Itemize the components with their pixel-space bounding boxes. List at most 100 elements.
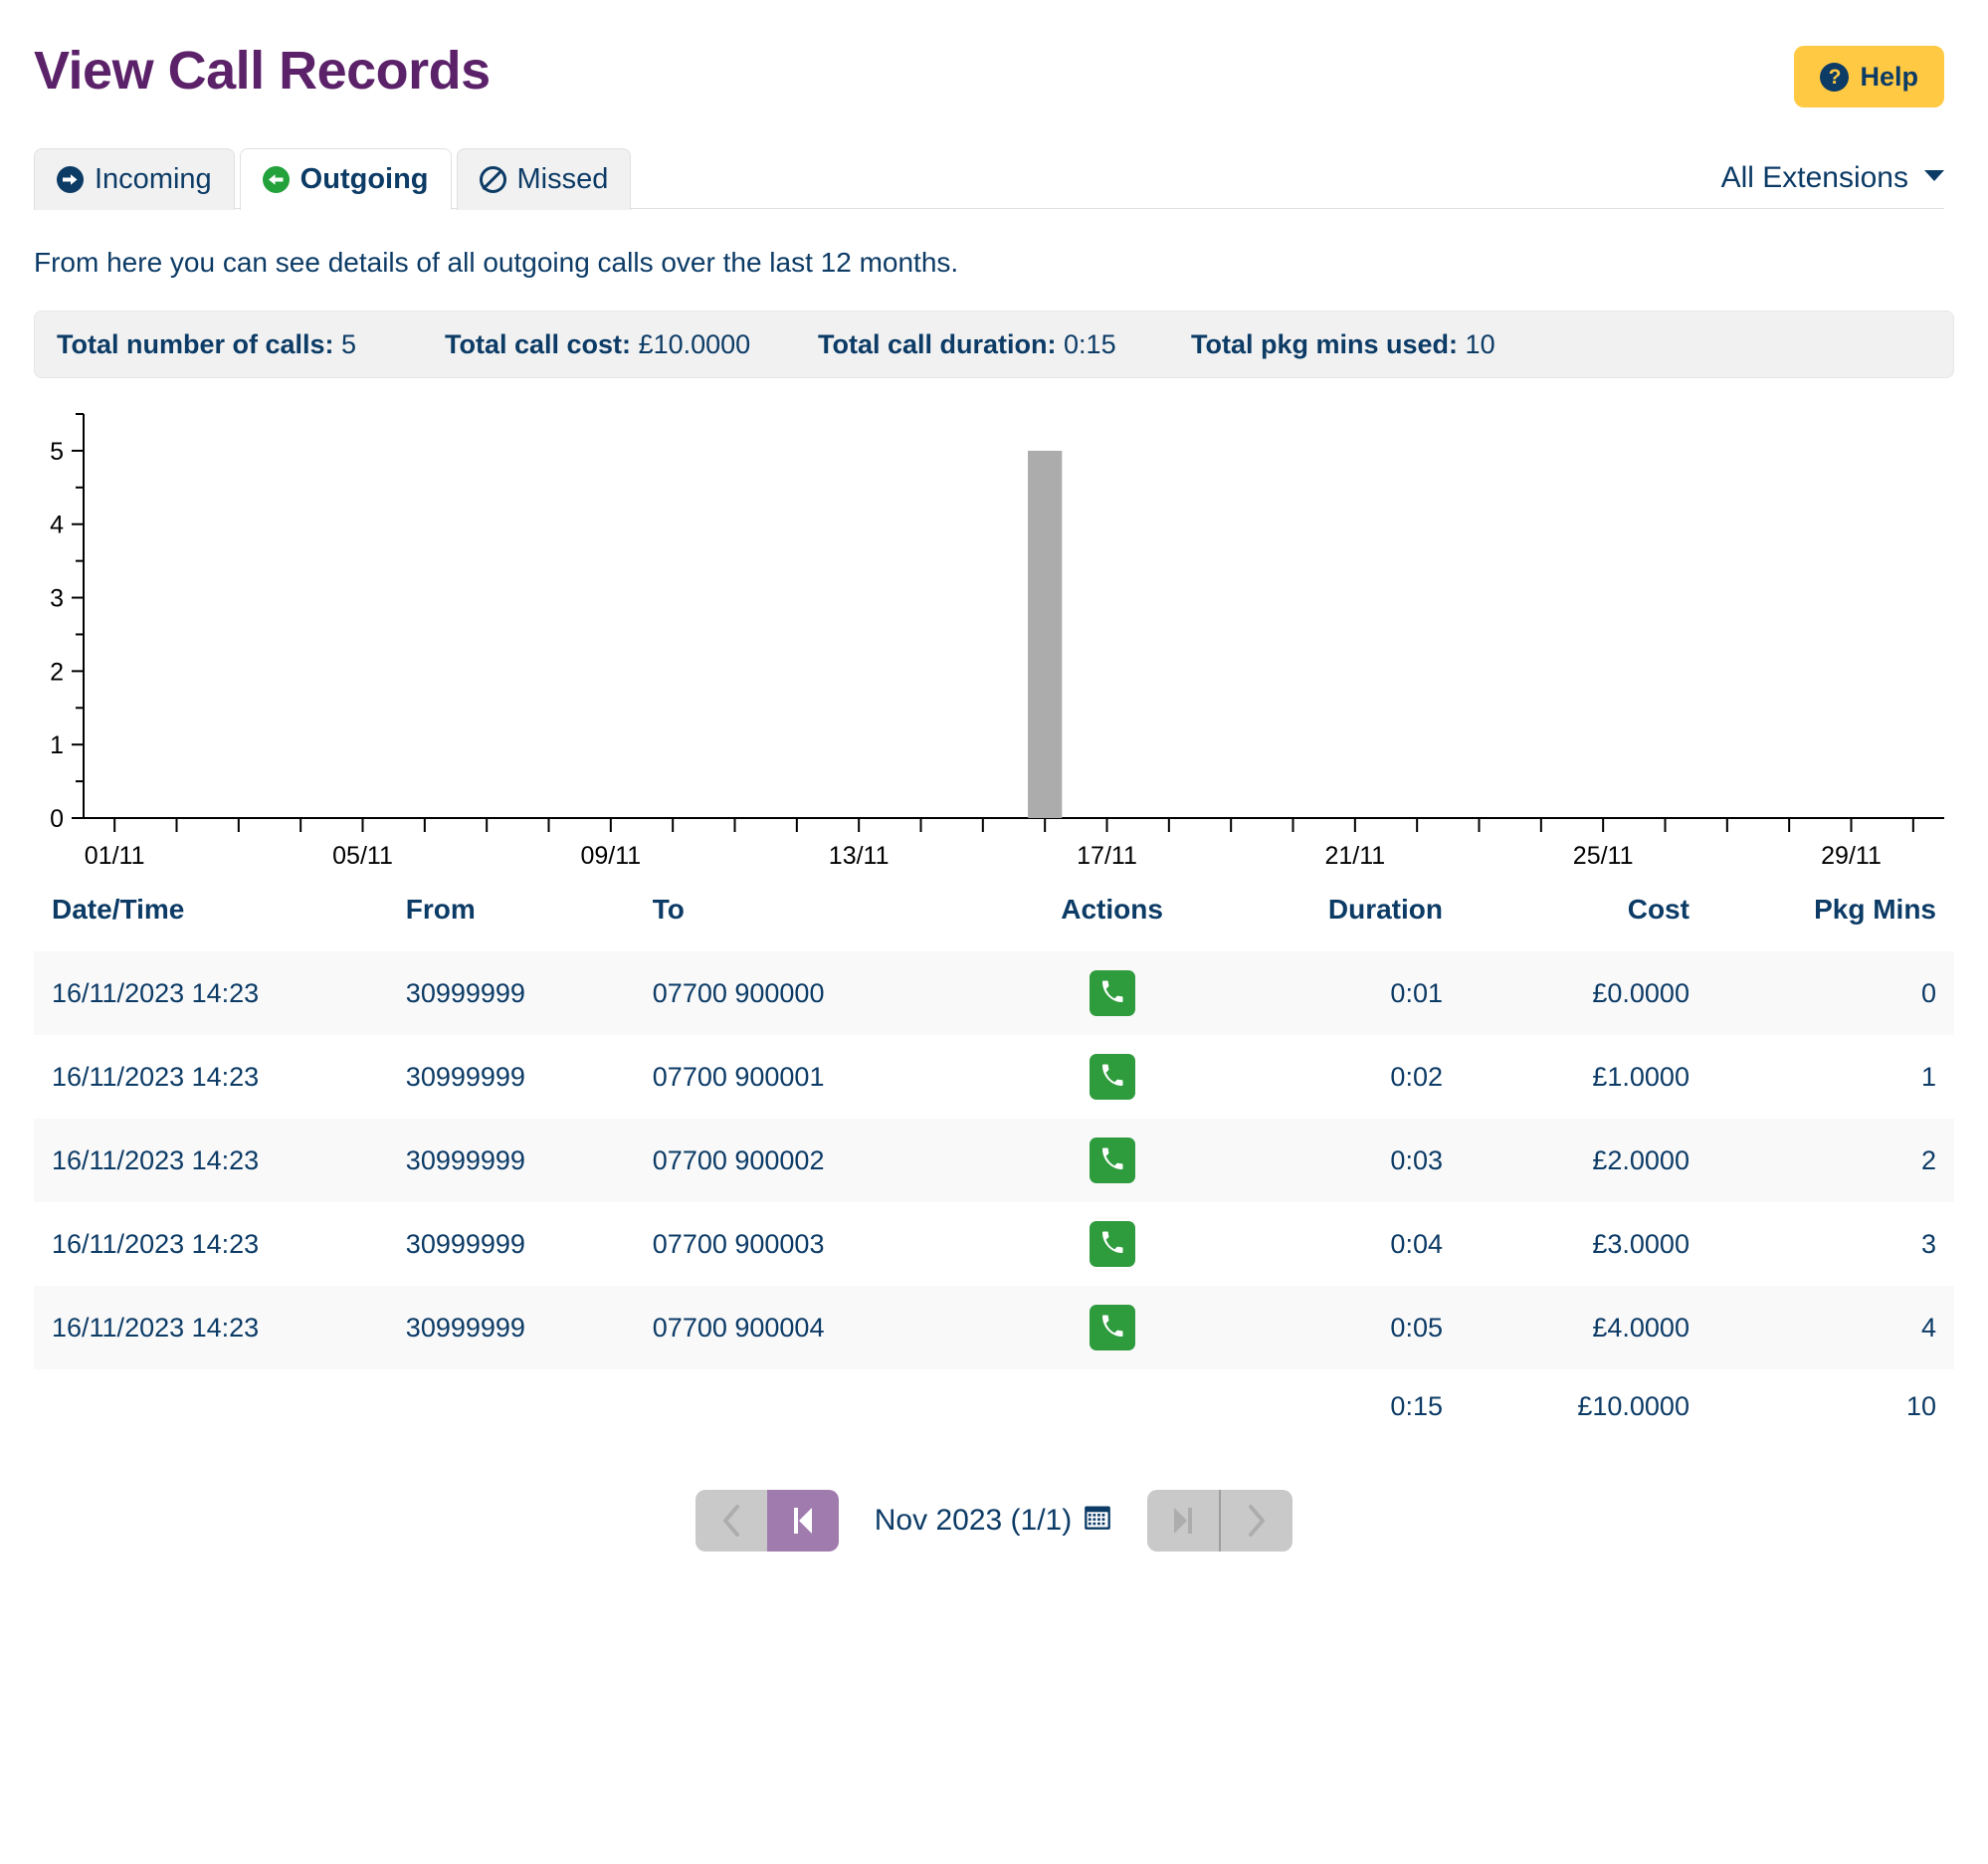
- pagination-period-text: Nov 2023 (1/1): [874, 1504, 1073, 1537]
- cell-actions: [989, 1119, 1236, 1202]
- cell-actions: [989, 1035, 1236, 1119]
- cell-to: 07700 900002: [652, 1144, 825, 1175]
- phone-icon: [1100, 1231, 1124, 1258]
- cell-cost: £0.0000: [1592, 977, 1690, 1008]
- chevron-left-icon: [721, 1505, 741, 1537]
- svg-text:13/11: 13/11: [829, 842, 890, 868]
- pagination-right-group: [1147, 1490, 1293, 1552]
- cell-to: 07700 900001: [652, 1061, 825, 1092]
- page-description: From here you can see details of all out…: [34, 247, 959, 278]
- call-back-button[interactable]: [1089, 1054, 1135, 1100]
- column-header-datetime: Date/Time: [52, 894, 185, 925]
- summary-total-calls: Total number of calls: 5: [57, 329, 445, 360]
- call-back-button[interactable]: [1089, 970, 1135, 1016]
- cell-from: 30999999: [405, 1312, 525, 1343]
- cell-duration: 0:05: [1390, 1312, 1443, 1343]
- summary-total-pkg-mins-label: Total pkg mins used:: [1191, 328, 1459, 359]
- tab-outgoing[interactable]: Outgoing: [239, 148, 452, 210]
- arrow-circle-left-icon: [262, 166, 290, 193]
- svg-text:25/11: 25/11: [1573, 842, 1634, 868]
- call-records-table-body: 16/11/2023 14:23 30999999 07700 900000 0:01…: [34, 951, 1954, 1444]
- column-header-pkg-mins: Pkg Mins: [1814, 894, 1936, 925]
- cell-duration: 0:03: [1390, 1144, 1443, 1175]
- page-header: View Call Records ? Help: [30, 0, 1958, 139]
- totals-cost: £10.0000: [1460, 1369, 1707, 1444]
- cell-pkg-mins: 0: [1920, 977, 1936, 1008]
- svg-text:1: 1: [50, 731, 64, 759]
- cell-cost: £3.0000: [1592, 1228, 1690, 1259]
- totals-spacer-1: [34, 1369, 388, 1444]
- cell-duration: 0:01: [1390, 977, 1443, 1008]
- column-header-duration: Duration: [1327, 894, 1443, 925]
- pagination-first-page-button[interactable]: [766, 1490, 839, 1552]
- cell-pkg-mins: 3: [1920, 1228, 1936, 1259]
- tab-outgoing-label: Outgoing: [299, 163, 429, 195]
- table-row: 16/11/2023 14:23 30999999 07700 900000 0:01…: [34, 951, 1954, 1035]
- cell-cost: £4.0000: [1592, 1312, 1690, 1343]
- cell-from: 30999999: [405, 1144, 525, 1175]
- cell-pkg-mins: 2: [1920, 1144, 1936, 1175]
- pagination: Nov 2023 (1/1): [30, 1490, 1958, 1552]
- summary-total-calls-value: 5: [341, 328, 357, 359]
- call-back-button[interactable]: [1089, 1221, 1135, 1267]
- svg-text:09/11: 09/11: [580, 842, 641, 868]
- cell-from: 30999999: [405, 977, 525, 1008]
- cell-datetime: 16/11/2023 14:23: [52, 977, 260, 1008]
- chevron-right-icon: [1247, 1505, 1267, 1537]
- cell-datetime: 16/11/2023 14:23: [52, 1312, 260, 1343]
- call-back-button[interactable]: [1089, 1305, 1135, 1350]
- extension-filter-dropdown[interactable]: All Extensions: [1721, 161, 1944, 195]
- pagination-period-label[interactable]: Nov 2023 (1/1): [839, 1503, 1147, 1539]
- ban-icon: [479, 166, 506, 193]
- arrow-circle-right-icon: [57, 166, 84, 193]
- cell-duration: 0:04: [1390, 1228, 1443, 1259]
- cell-to: 07700 900000: [652, 977, 825, 1008]
- help-button[interactable]: ? Help: [1794, 46, 1944, 107]
- summary-bar: Total number of calls: 5 Total call cost…: [34, 311, 1954, 378]
- step-forward-icon: [1172, 1507, 1194, 1535]
- calls-bar-chart-svg: 0 1 2 3 4 5 01/11 05/11 09/11 13/11 17/11 21/11 25/1…: [50, 413, 1944, 868]
- svg-text:4: 4: [50, 512, 64, 539]
- cell-datetime: 16/11/2023 14:23: [52, 1228, 260, 1259]
- cell-to: 07700 900004: [652, 1312, 825, 1343]
- question-circle-icon: ?: [1820, 62, 1850, 92]
- column-header-actions: Actions: [1061, 894, 1163, 925]
- call-direction-tabs: Incoming Outgoing Missed All Extensions: [30, 143, 1958, 210]
- pagination-left-group: [695, 1490, 839, 1552]
- pagination-next-button[interactable]: [1221, 1490, 1293, 1552]
- tab-incoming-label: Incoming: [95, 163, 212, 195]
- pagination-last-page-button[interactable]: [1147, 1490, 1220, 1552]
- cell-from: 30999999: [405, 1061, 525, 1092]
- svg-text:17/11: 17/11: [1077, 842, 1137, 868]
- table-row: 16/11/2023 14:23 30999999 07700 900002 0:03…: [34, 1119, 1954, 1202]
- calls-bar-chart: 0 1 2 3 4 5 01/11 05/11 09/11 13/11 17/11 21/11 25/1…: [34, 400, 1954, 868]
- totals-spacer-3: [634, 1369, 989, 1444]
- table-row: 16/11/2023 14:23 30999999 07700 900001 0:02…: [34, 1035, 1954, 1119]
- summary-total-pkg-mins-value: 10: [1465, 328, 1495, 359]
- totals-pkg-mins: 10: [1706, 1369, 1954, 1444]
- tab-missed-label: Missed: [516, 163, 609, 195]
- table-row: 16/11/2023 14:23 30999999 07700 900003 0:04…: [34, 1202, 1954, 1286]
- summary-total-cost-label: Total call cost:: [445, 328, 632, 359]
- column-header-cost: Cost: [1627, 894, 1690, 925]
- page-title: View Call Records: [34, 41, 491, 101]
- cell-duration: 0:02: [1390, 1061, 1443, 1092]
- extension-filter-label: All Extensions: [1720, 161, 1908, 194]
- calendar-icon[interactable]: [1084, 1503, 1111, 1539]
- svg-text:29/11: 29/11: [1821, 842, 1882, 868]
- summary-total-duration-label: Total call duration:: [818, 328, 1057, 359]
- cell-datetime: 16/11/2023 14:23: [52, 1144, 260, 1175]
- call-back-button[interactable]: [1089, 1138, 1135, 1183]
- svg-text:21/11: 21/11: [1324, 842, 1385, 868]
- help-button-label: Help: [1860, 61, 1918, 92]
- cell-cost: £2.0000: [1592, 1144, 1690, 1175]
- svg-text:01/11: 01/11: [85, 842, 145, 868]
- tab-incoming[interactable]: Incoming: [34, 148, 235, 210]
- pagination-prev-button[interactable]: [695, 1490, 767, 1552]
- phone-icon: [1100, 1064, 1124, 1091]
- svg-text:5: 5: [50, 438, 64, 466]
- phone-icon: [1100, 1315, 1124, 1342]
- summary-total-cost: Total call cost: £10.0000: [445, 329, 818, 360]
- summary-total-duration-value: 0:15: [1064, 328, 1116, 359]
- tab-missed[interactable]: Missed: [456, 148, 632, 210]
